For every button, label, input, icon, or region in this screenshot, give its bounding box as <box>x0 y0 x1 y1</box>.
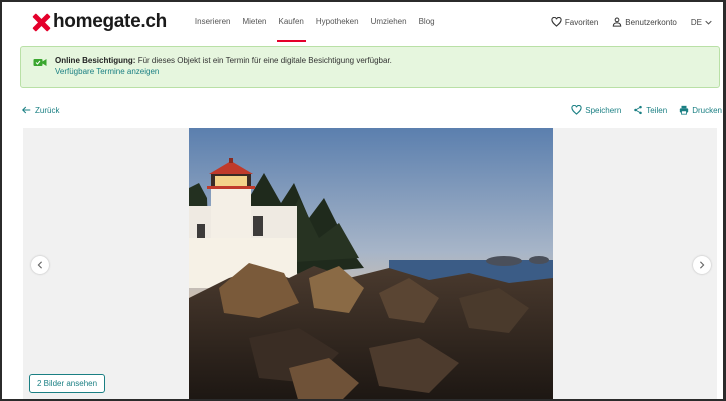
site-header: homegate.ch Inserieren Mieten Kaufen Hyp… <box>14 2 716 42</box>
account-label: Benutzerkonto <box>625 17 677 27</box>
language-label: DE <box>690 17 702 27</box>
banner-message: Online Besichtigung: Für dieses Objekt i… <box>55 56 392 65</box>
video-camera-icon <box>33 59 47 66</box>
save-button[interactable]: Speichern <box>571 105 621 115</box>
header-actions: Favoriten Benutzerkonto DE <box>551 17 712 27</box>
logo-x-icon <box>32 13 50 31</box>
favorites-label: Favoriten <box>564 17 599 27</box>
online-viewing-banner: Online Besichtigung: Für dieses Objekt i… <box>20 46 720 88</box>
banner-text: Für dieses Objekt ist ein Termin für ein… <box>137 56 392 65</box>
nav-hypotheken[interactable]: Hypotheken <box>310 2 365 42</box>
banner-title: Online Besichtigung: <box>55 56 136 65</box>
language-select[interactable]: DE <box>691 18 712 27</box>
gallery-next-button[interactable] <box>693 256 711 274</box>
print-label: Drucken <box>692 105 722 115</box>
banner-content: Online Besichtigung: Für dieses Objekt i… <box>55 56 392 87</box>
listing-actions: Zurück Speichern Teilen Drucken <box>22 103 722 117</box>
listing-photo[interactable] <box>189 128 553 399</box>
account-link[interactable]: Benutzerkonto <box>612 17 677 27</box>
logo-text: homegate.ch <box>53 11 167 32</box>
back-link[interactable]: Zurück <box>22 106 59 115</box>
share-button[interactable]: Teilen <box>633 105 667 115</box>
print-button[interactable]: Drucken <box>679 105 722 115</box>
gallery-prev-button[interactable] <box>31 256 49 274</box>
available-appointments-link[interactable]: Verfügbare Termine anzeigen <box>55 67 392 76</box>
favorites-link[interactable]: Favoriten <box>551 17 598 27</box>
nav-umziehen[interactable]: Umziehen <box>365 2 413 42</box>
save-label: Speichern <box>585 105 622 115</box>
show-images-button[interactable]: 2 Bilder ansehen <box>29 374 106 393</box>
share-label: Teilen <box>646 105 668 115</box>
heart-icon <box>551 17 562 27</box>
printer-icon <box>680 105 689 115</box>
nav-inserieren[interactable]: Inserieren <box>189 2 237 42</box>
share-icon <box>634 105 643 115</box>
heart-icon <box>571 105 582 115</box>
main-nav: Inserieren Mieten Kaufen Hypotheken Umzi… <box>189 2 441 42</box>
listing-toolbar: Speichern Teilen Drucken <box>571 105 722 115</box>
back-label: Zurück <box>35 105 60 115</box>
nav-kaufen[interactable]: Kaufen <box>273 2 310 42</box>
browser-frame: homegate.ch Inserieren Mieten Kaufen Hyp… <box>0 0 726 401</box>
chevron-right-icon <box>700 261 705 269</box>
nav-mieten[interactable]: Mieten <box>236 2 272 42</box>
homegate-logo[interactable]: homegate.ch <box>32 11 167 33</box>
nav-blog[interactable]: Blog <box>413 2 441 42</box>
user-icon <box>613 17 622 27</box>
chevron-down-icon <box>705 20 712 25</box>
lighthouse-photo <box>189 128 553 399</box>
image-gallery: 2 Bilder ansehen <box>23 128 717 399</box>
chevron-left-icon <box>37 261 42 269</box>
arrow-left-icon <box>22 106 31 114</box>
